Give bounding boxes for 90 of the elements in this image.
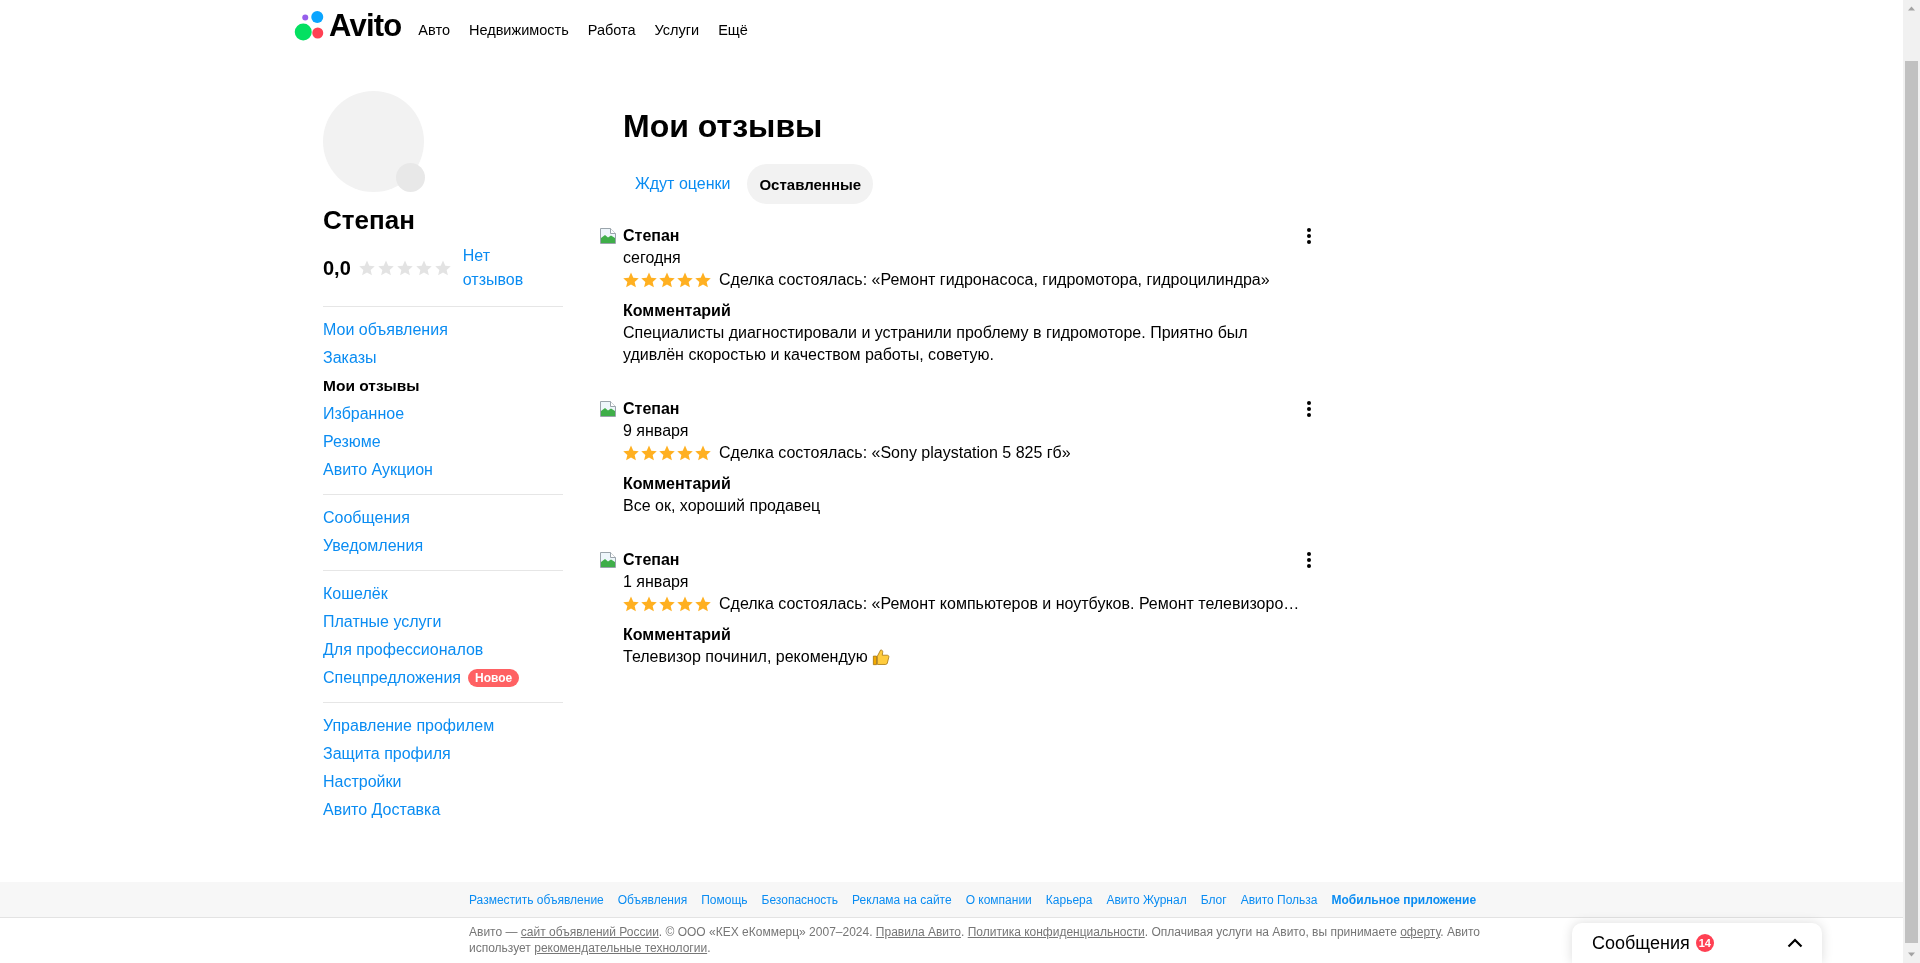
author-name: Степан xyxy=(623,226,680,246)
star-icon xyxy=(434,260,451,276)
sidebar-link[interactable]: Кошелёк xyxy=(323,580,388,608)
star-icon xyxy=(677,272,693,288)
sidebar-link[interactable]: Мои объявления xyxy=(323,316,448,344)
star-icon xyxy=(623,596,639,612)
footer-link[interactable]: Блог xyxy=(1200,892,1227,907)
star-icon xyxy=(377,260,394,276)
logo-dots-icon xyxy=(294,11,324,41)
sidebar-link[interactable]: Авито Доставка xyxy=(323,796,441,824)
sidebar-link[interactable]: Резюме xyxy=(323,428,381,456)
broken-image-icon xyxy=(600,401,616,417)
notice-link[interactable]: Политика конфиденциальности xyxy=(967,925,1145,939)
review-date: 9 января xyxy=(623,421,690,441)
unread-count-badge: 14 xyxy=(1695,934,1714,952)
sidebar-link[interactable]: Мои отзывы xyxy=(323,372,420,400)
review-date: 1 января xyxy=(623,572,690,592)
star-icon xyxy=(641,445,657,461)
sidebar-link[interactable]: Избранное xyxy=(323,400,405,428)
sidebar-link[interactable]: Защита профиля xyxy=(323,740,451,768)
footer-link[interactable]: Авито Журнал xyxy=(1106,892,1187,907)
more-options-icon[interactable] xyxy=(1307,401,1311,417)
footer-link[interactable]: Реклама на сайте xyxy=(852,892,952,907)
star-icon xyxy=(695,272,711,288)
sidebar-link[interactable]: Настройки xyxy=(323,768,402,796)
nav-link[interactable]: Авто xyxy=(418,20,450,40)
star-icon xyxy=(695,596,711,612)
star-icon xyxy=(641,596,657,612)
rating-value: 0,0 xyxy=(323,256,351,280)
star-icon xyxy=(358,260,375,276)
footer-notice: Авито — сайт объявлений России. © ООО «КЕХ еКоммерц» 2007–2024. Правила Авито. Политика конфиденциальности. Оплачивая услуги на Авито, вы принимаете оферту. Авито использует рекомендательные технологии. xyxy=(468,924,1481,957)
page-title: Мои отзывы xyxy=(622,108,824,144)
star-icon xyxy=(695,445,711,461)
deal-text: Сделка состоялась: «Ремонт компьютеров и ноутбуков. Ремонт телевизоро… xyxy=(719,594,1300,614)
deal-text: Сделка состоялась: «Sony playstation 5 825 гб» xyxy=(719,443,1071,463)
comment-text: Все ок, хороший продавец xyxy=(623,496,821,516)
star-icon xyxy=(677,445,693,461)
nav-link[interactable]: Ещё xyxy=(718,20,748,40)
footer-link[interactable]: О компании xyxy=(965,892,1032,907)
footer-link[interactable]: Объявления xyxy=(617,892,688,907)
reviews-link[interactable]: Нет отзывов xyxy=(462,244,541,292)
chevron-up-icon[interactable] xyxy=(1787,938,1803,948)
star-icon xyxy=(659,445,675,461)
footer-link[interactable]: Карьера xyxy=(1045,892,1093,907)
tab[interactable]: Оставленные xyxy=(747,164,874,204)
broken-image-icon xyxy=(600,552,616,568)
deal-text: Сделка состоялась: «Ремонт гидронасоса, гидромотора, гидроцилиндра» xyxy=(719,270,1270,290)
sidebar-link[interactable]: Спецпредложения xyxy=(323,664,461,692)
star-icon xyxy=(415,260,432,276)
comment-text: Специалисты диагностировали и устранили проблему в гидромоторе. Приятно был удивлён скоростью и качеством работы, советую. xyxy=(623,323,1249,365)
sidebar-link[interactable]: Для профессионалов xyxy=(323,636,484,664)
nav-link[interactable]: Работа xyxy=(587,20,636,40)
sidebar-link[interactable]: Платные услуги xyxy=(323,608,442,636)
comment-heading: Комментарий xyxy=(623,301,732,321)
tab[interactable]: Ждут оценки xyxy=(623,164,743,204)
profile-name: Степан xyxy=(323,204,416,236)
sidebar-link[interactable]: Сообщения xyxy=(323,504,410,532)
author-name: Степан xyxy=(623,550,680,570)
footer-link[interactable]: Разместить объявление xyxy=(469,892,604,907)
nav-link[interactable]: Недвижимость xyxy=(468,20,569,40)
scrollbar-thumb[interactable] xyxy=(1905,61,1918,943)
star-icon xyxy=(677,596,693,612)
star-icon xyxy=(623,445,639,461)
footer-link[interactable]: Авито Польза xyxy=(1240,892,1318,907)
comment-heading: Комментарий xyxy=(623,625,732,645)
messages-panel[interactable]: Сообщения 14 xyxy=(1572,923,1822,963)
sidebar-link[interactable]: Заказы xyxy=(323,344,377,372)
sidebar-link[interactable]: Уведомления xyxy=(323,532,424,560)
star-icon xyxy=(659,596,675,612)
new-badge: Новое xyxy=(468,669,520,687)
star-icon xyxy=(623,272,639,288)
messages-label: Сообщения xyxy=(1592,932,1690,954)
footer-link[interactable]: Мобильное приложение xyxy=(1331,892,1477,907)
star-icon xyxy=(641,272,657,288)
footer-link[interactable]: Безопасность xyxy=(761,892,839,907)
more-options-icon[interactable] xyxy=(1307,552,1311,568)
nav-link[interactable]: Услуги xyxy=(654,20,700,40)
notice-link[interactable]: сайт объявлений России xyxy=(520,925,659,939)
author-name: Степан xyxy=(623,399,680,419)
broken-image-icon xyxy=(600,228,616,244)
comment-heading: Комментарий xyxy=(623,474,732,494)
star-icon xyxy=(396,260,413,276)
review-date: сегодня xyxy=(623,248,682,268)
sidebar-link[interactable]: Авито Аукцион xyxy=(323,456,433,484)
comment-text: Телевизор починил, рекомендую xyxy=(623,647,868,667)
footer-link[interactable]: Помощь xyxy=(701,892,748,907)
logo-link[interactable]: Avito xyxy=(294,10,402,42)
more-options-icon[interactable] xyxy=(1307,228,1311,244)
sidebar-link[interactable]: Управление профилем xyxy=(323,712,495,740)
star-icon xyxy=(659,272,675,288)
